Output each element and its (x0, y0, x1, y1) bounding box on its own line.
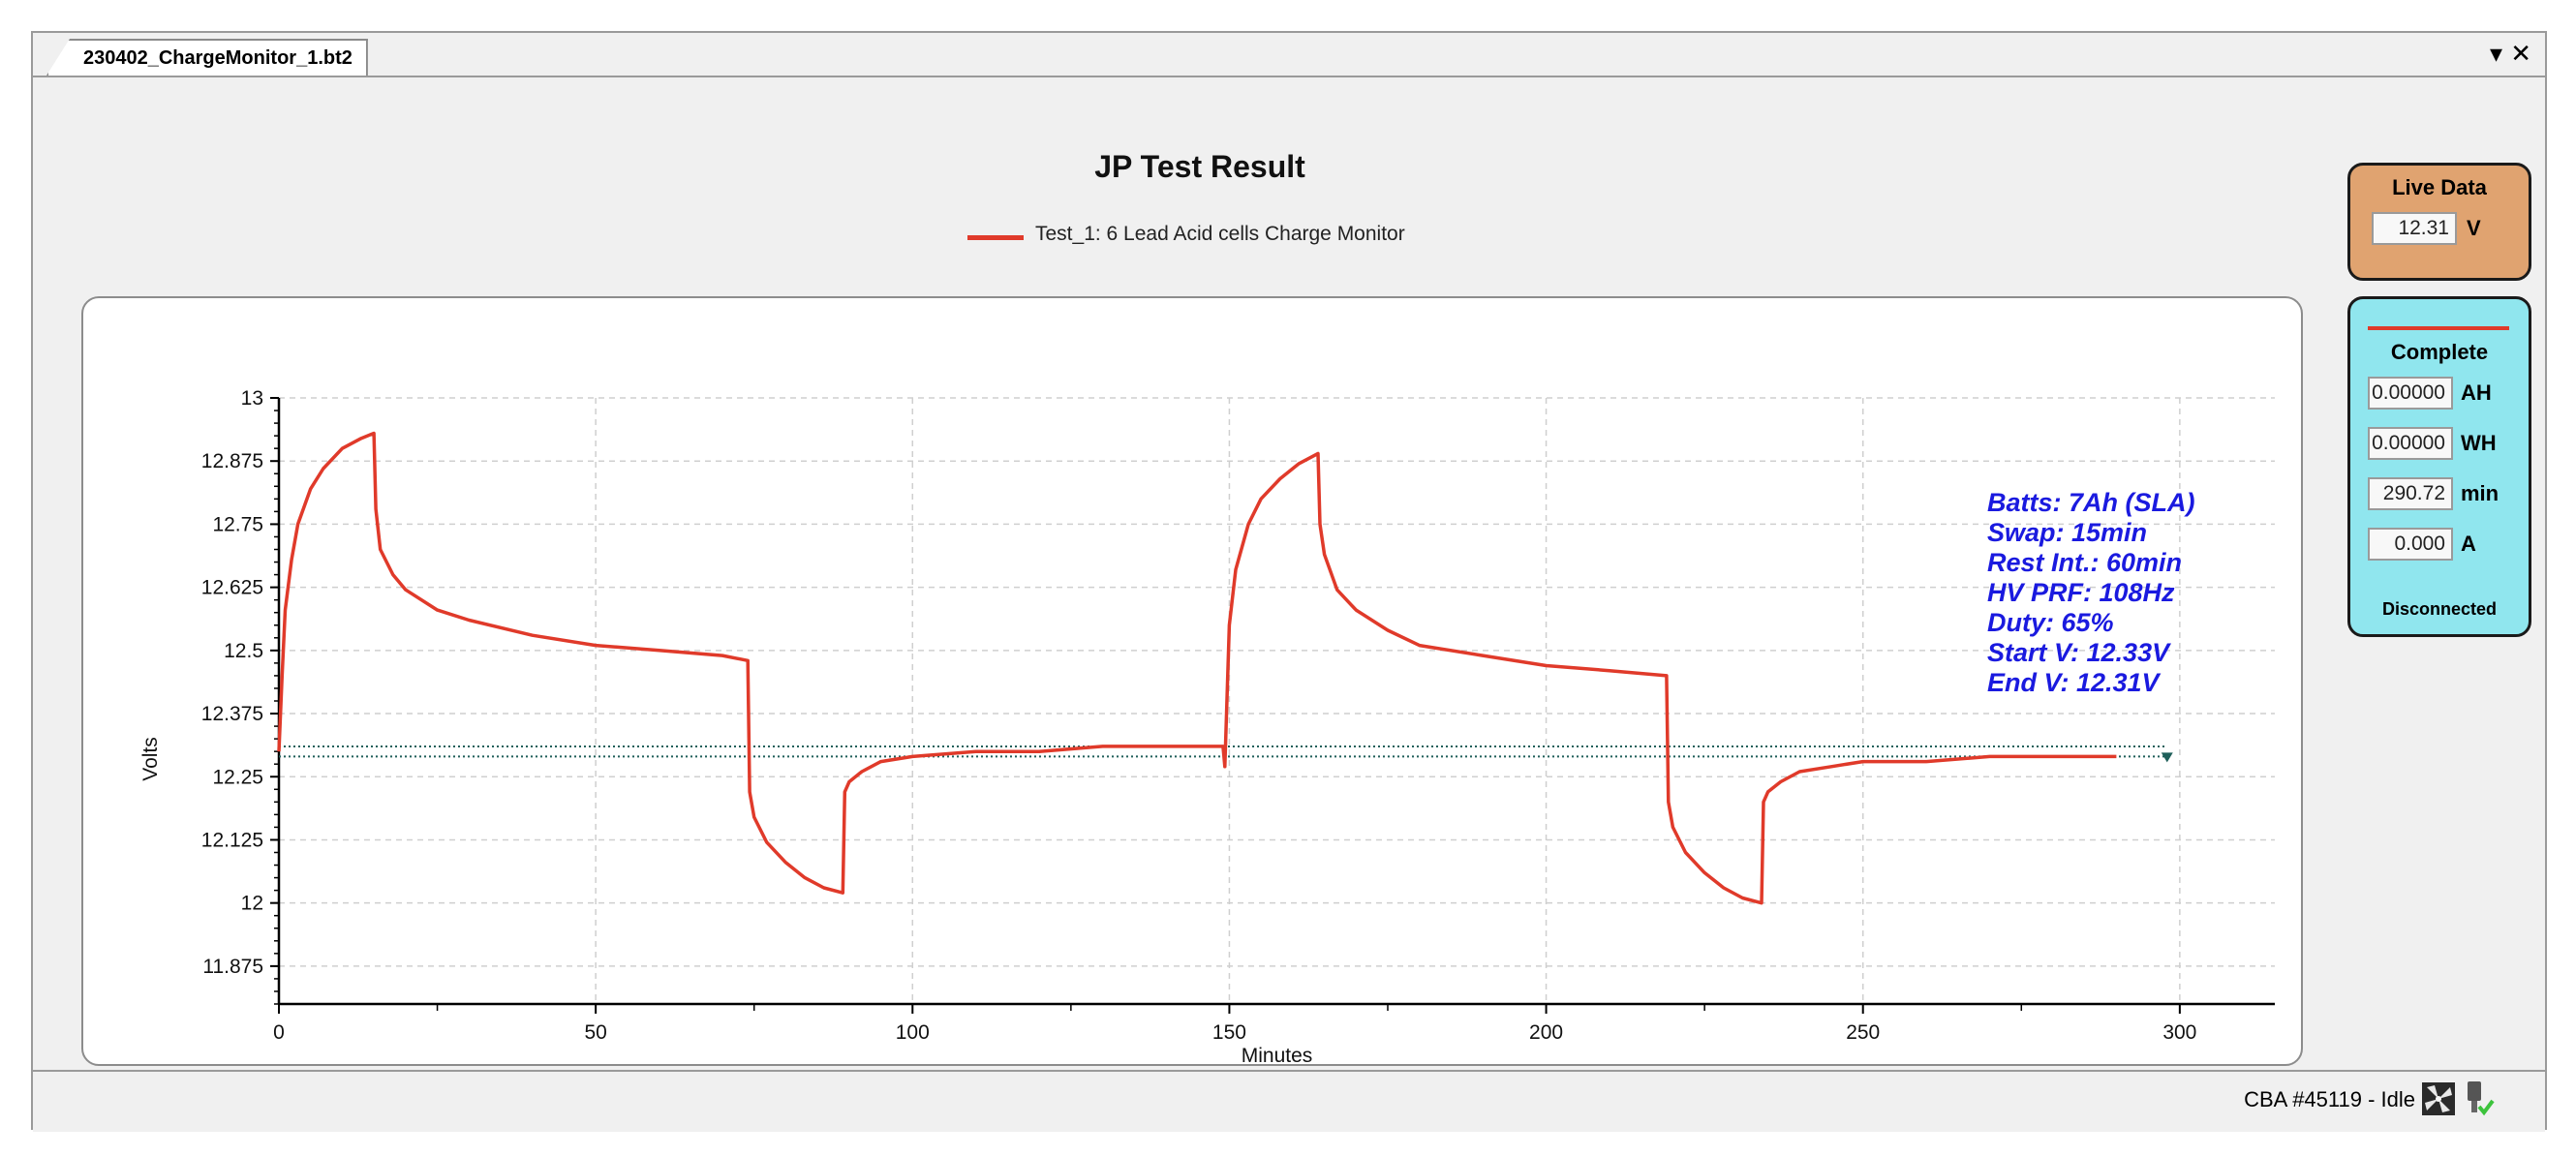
y-tick-label: 12.625 (201, 577, 263, 599)
chart-annotation: Start V: 12.33V (1987, 638, 2171, 667)
chart-annotation: End V: 12.31V (1987, 668, 2162, 697)
amps-field: 0.000 (2368, 528, 2453, 561)
chart-annotation: Rest Int.: 60min (1987, 548, 2182, 577)
y-tick-label: 12.875 (201, 450, 263, 472)
y-tick-label: 12.5 (224, 640, 263, 662)
y-tick-label: 12.75 (212, 513, 263, 535)
live-data-title: Live Data (2392, 175, 2487, 199)
line-chart: 11.875 12 12.125 12.25 12.375 12.5 12.625 12.75… (139, 387, 2275, 1064)
x-tick-label: 0 (273, 1021, 285, 1044)
device-status-text: CBA #45119 - Idle (2244, 1087, 2415, 1111)
x-tick-label: 300 (2162, 1021, 2196, 1044)
status-panel: Complete 0.00000 AH 0.00000 WH 290.72 mi… (2347, 296, 2531, 637)
status-color-swatch (2368, 326, 2509, 330)
series-line (277, 431, 2117, 905)
live-voltage-field: 12.31 (2372, 212, 2457, 245)
chart-annotation: Batts: 7Ah (SLA) (1987, 488, 2195, 517)
chart-annotation: Swap: 15min (1987, 518, 2147, 547)
plot-frame: 11.875 12 12.125 12.25 12.375 12.5 12.625 12.75… (81, 296, 2303, 1066)
y-tick-label: 13 (241, 387, 263, 410)
live-data-panel: Live Data 12.31 V (2347, 163, 2531, 281)
document-window: 230402_ChargeMonitor_1.bt2 ▾ ✕ JP Test R… (31, 31, 2547, 1132)
chart-annotation: Duty: 65% (1987, 608, 2114, 637)
connection-status: Disconnected (2381, 599, 2498, 619)
x-tick-label: 250 (1846, 1021, 1880, 1044)
fan-icon[interactable] (2421, 1081, 2456, 1116)
content-area: JP Test Result Test_1: 6 Lead Acid cells… (33, 77, 2545, 1070)
minutes-unit: min (2461, 481, 2499, 505)
tab-document[interactable]: 230402_ChargeMonitor_1.bt2 (46, 39, 368, 76)
x-axis-title: Minutes (1242, 1045, 1313, 1064)
x-tick-label: 50 (584, 1021, 606, 1044)
x-tick-label: 100 (896, 1021, 930, 1044)
live-voltage-unit: V (2467, 216, 2481, 240)
close-icon[interactable]: ✕ (2510, 39, 2531, 68)
chevron-down-icon[interactable]: ▾ (2490, 39, 2502, 68)
x-tick-label: 150 (1212, 1021, 1246, 1044)
wh-unit: WH (2461, 431, 2497, 455)
legend-swatch (967, 235, 1024, 240)
y-axis-title: Volts (139, 737, 162, 781)
y-tick-label: 12 (241, 893, 263, 915)
legend-label: Test_1: 6 Lead Acid cells Charge Monitor (1035, 223, 1405, 245)
plug-icon (2468, 1081, 2495, 1116)
tab-strip: 230402_ChargeMonitor_1.bt2 ▾ ✕ (33, 33, 2545, 77)
wh-field: 0.00000 (2368, 427, 2453, 460)
status-bar: CBA #45119 - Idle (33, 1070, 2545, 1132)
y-tick-label: 12.25 (212, 766, 263, 788)
x-tick-label: 200 (1529, 1021, 1563, 1044)
y-tick-label: 12.125 (201, 829, 263, 851)
status-title: Complete (2390, 340, 2489, 364)
y-tick-label: 11.875 (202, 956, 263, 978)
minutes-field: 290.72 (2368, 477, 2453, 510)
ah-field: 0.00000 (2368, 377, 2453, 410)
chart-annotation: HV PRF: 108Hz (1987, 578, 2175, 607)
amps-unit: A (2461, 532, 2476, 556)
chart-title: JP Test Result (1094, 149, 1305, 184)
y-tick-label: 12.375 (201, 703, 263, 725)
ah-unit: AH (2461, 380, 2492, 405)
